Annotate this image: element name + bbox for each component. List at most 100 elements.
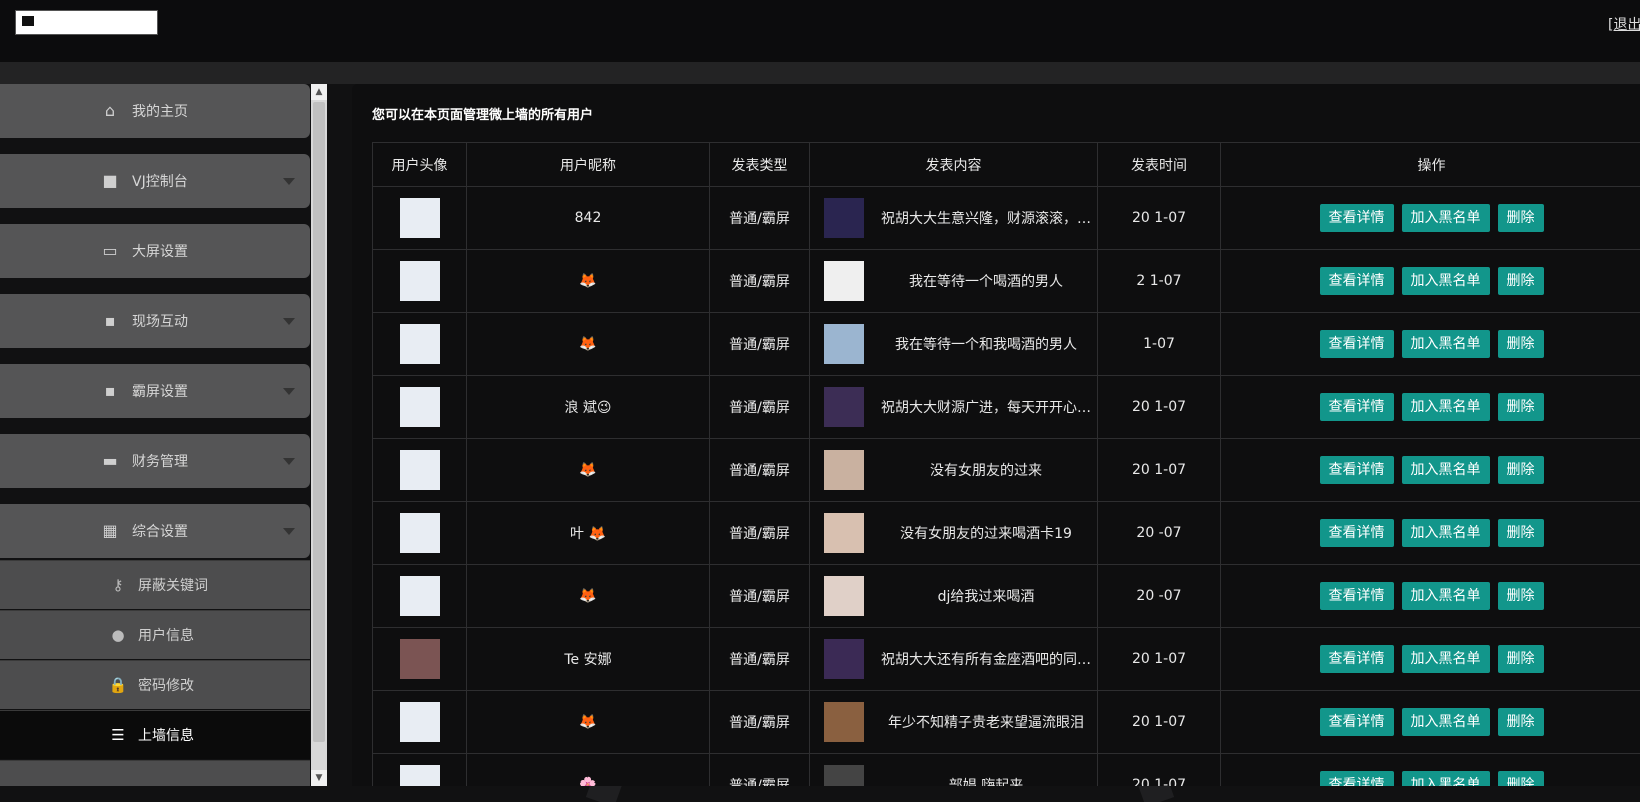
actions-cell: 查看详情 加入黑名单 删除 (1220, 753, 1640, 786)
post-thumbnail[interactable] (824, 765, 864, 786)
delete-button[interactable]: 删除 (1497, 519, 1544, 547)
sidebar-item-finance[interactable]: ▬ 财务管理 (0, 434, 310, 488)
type-cell: 普通/霸屏 (709, 564, 810, 628)
sidebar-item-screen-settings[interactable]: ▭ 大屏设置 (0, 224, 310, 278)
add-blacklist-button[interactable]: 加入黑名单 (1401, 519, 1490, 547)
avatar (399, 513, 440, 553)
add-blacklist-button[interactable]: 加入黑名单 (1401, 330, 1490, 358)
post-thumbnail[interactable] (824, 639, 864, 679)
add-blacklist-button[interactable]: 加入黑名单 (1401, 267, 1490, 295)
sidebar-item-label: 大屏设置 (132, 244, 188, 260)
delete-button[interactable]: 删除 (1497, 267, 1544, 295)
actions-cell: 查看详情 加入黑名单 删除 (1220, 249, 1640, 313)
table-row: 浪 斌😉 普通/霸屏 祝胡大大财源广进，每天开开心… 20 1-07 查看详情 加入黑名单… (372, 375, 1640, 439)
sidebar-subitem-more[interactable] (0, 760, 310, 786)
sidebar-subitem-user-info[interactable]: ● 用户信息 (0, 610, 310, 659)
add-blacklist-button[interactable]: 加入黑名单 (1401, 582, 1490, 610)
delete-button[interactable]: 删除 (1497, 582, 1544, 610)
add-blacklist-button[interactable]: 加入黑名单 (1401, 393, 1490, 421)
delete-button[interactable]: 删除 (1497, 456, 1544, 484)
content-cell: 祝胡大大生意兴隆，财源滚滚，… (809, 186, 1098, 250)
content-cell: 年少不知精子贵老来望逼流眼泪 (809, 690, 1098, 754)
avatar-cell (372, 627, 467, 691)
sidebar-subitem-wall-messages[interactable]: ☰ 上墙信息 (0, 710, 310, 759)
time-cell: 20 1-07 (1097, 753, 1221, 786)
post-thumbnail[interactable] (824, 198, 864, 238)
post-text: 我在等待一个喝酒的男人 (909, 274, 1063, 290)
post-thumbnail[interactable] (824, 387, 864, 427)
sidebar-item-home[interactable]: ⌂ 我的主页 (0, 84, 310, 138)
delete-button[interactable]: 删除 (1497, 393, 1544, 421)
sidebar-item-live-interaction[interactable]: ▪ 现场互动 (0, 294, 310, 348)
monitor-icon: ▭ (102, 241, 118, 260)
delete-button[interactable]: 删除 (1497, 204, 1544, 232)
sidebar-item-label: 现场互动 (132, 314, 188, 330)
view-details-button[interactable]: 查看详情 (1319, 645, 1394, 673)
page-title: 您可以在本页面管理微上墙的所有用户 (372, 108, 594, 123)
delete-button[interactable]: 删除 (1497, 708, 1544, 736)
sidebar-item-label: 综合设置 (132, 524, 188, 540)
post-thumbnail[interactable] (824, 261, 864, 301)
sidebar-subitem-label: 用户信息 (138, 628, 194, 644)
delete-button[interactable]: 删除 (1497, 330, 1544, 358)
delete-button[interactable]: 删除 (1497, 645, 1544, 673)
sidebar-scroll-thumb[interactable] (313, 102, 325, 742)
add-blacklist-button[interactable]: 加入黑名单 (1401, 708, 1490, 736)
avatar (399, 450, 440, 490)
actions-cell: 查看详情 加入黑名单 删除 (1220, 438, 1640, 502)
post-text: 祝胡大大生意兴隆，财源滚滚，… (881, 211, 1091, 227)
actions-cell: 查看详情 加入黑名单 删除 (1220, 186, 1640, 250)
table-row: Te 安娜 普通/霸屏 祝胡大大还有所有金座酒吧的同… 20 1-07 查看详情 加入黑名… (372, 627, 1640, 691)
avatar (399, 324, 440, 364)
time-cell: 1-07 (1097, 312, 1221, 376)
avatar-cell (372, 501, 467, 565)
view-details-button[interactable]: 查看详情 (1319, 708, 1394, 736)
view-details-button[interactable]: 查看详情 (1319, 582, 1394, 610)
delete-button[interactable]: 删除 (1497, 771, 1544, 786)
content-cell: 没有女朋友的过来喝酒卡19 (809, 501, 1098, 565)
view-details-button[interactable]: 查看详情 (1319, 330, 1394, 358)
chevron-down-icon (283, 178, 295, 185)
view-details-button[interactable]: 查看详情 (1319, 771, 1394, 786)
view-details-button[interactable]: 查看详情 (1319, 393, 1394, 421)
view-details-button[interactable]: 查看详情 (1319, 204, 1394, 232)
sidebar-item-general-settings[interactable]: ▦ 综合设置 (0, 504, 310, 558)
actions-cell: 查看详情 加入黑名单 删除 (1220, 564, 1640, 628)
content-cell: 祝胡大大财源广进，每天开开心… (809, 375, 1098, 439)
sidebar-subitem-password[interactable]: 🔒 密码修改 (0, 660, 310, 709)
table-row: 🦊 普通/霸屏 我在等待一个喝酒的男人 2 1-07 查看详情 加入黑名单 删除 (372, 249, 1640, 313)
users-icon: ● (111, 626, 125, 644)
chevron-down-icon (283, 388, 295, 395)
type-cell: 普通/霸屏 (709, 186, 810, 250)
avatar (399, 387, 440, 427)
sidebar-item-vj-console[interactable]: ■ VJ控制台 (0, 154, 310, 208)
post-thumbnail[interactable] (824, 324, 864, 364)
post-thumbnail[interactable] (824, 576, 864, 616)
scroll-up-arrow-icon[interactable]: ▲ (311, 84, 327, 100)
logout-link[interactable]: [退出 (1608, 14, 1640, 34)
table-row: 🦊 普通/霸屏 我在等待一个和我喝酒的男人 1-07 查看详情 加入黑名单 删除 (372, 312, 1640, 376)
avatar (399, 198, 440, 238)
avatar (399, 576, 440, 616)
type-cell: 普通/霸屏 (709, 690, 810, 754)
view-details-button[interactable]: 查看详情 (1319, 519, 1394, 547)
sidebar-subitem-label: 屏蔽关键词 (138, 578, 208, 594)
type-cell: 普通/霸屏 (709, 753, 810, 786)
scroll-down-arrow-icon[interactable]: ▼ (311, 770, 327, 786)
post-thumbnail[interactable] (824, 450, 864, 490)
view-details-button[interactable]: 查看详情 (1319, 456, 1394, 484)
add-blacklist-button[interactable]: 加入黑名单 (1401, 645, 1490, 673)
table-row: 🌸 普通/霸屏 部娼 嗨起来 20 1-07 查看详情 加入黑名单 删除 (372, 753, 1640, 786)
sidebar-subitem-keyword-block[interactable]: ⚷ 屏蔽关键词 (0, 560, 310, 609)
post-thumbnail[interactable] (824, 702, 864, 742)
add-blacklist-button[interactable]: 加入黑名单 (1401, 204, 1490, 232)
post-text: 我在等待一个和我喝酒的男人 (895, 337, 1077, 353)
column-header: 操作 (1220, 142, 1640, 187)
column-header: 发表类型 (709, 142, 810, 187)
sidebar-item-screen-takeover[interactable]: ▪ 霸屏设置 (0, 364, 310, 418)
avatar-cell (372, 375, 467, 439)
add-blacklist-button[interactable]: 加入黑名单 (1401, 771, 1490, 786)
add-blacklist-button[interactable]: 加入黑名单 (1401, 456, 1490, 484)
post-thumbnail[interactable] (824, 513, 864, 553)
view-details-button[interactable]: 查看详情 (1319, 267, 1394, 295)
